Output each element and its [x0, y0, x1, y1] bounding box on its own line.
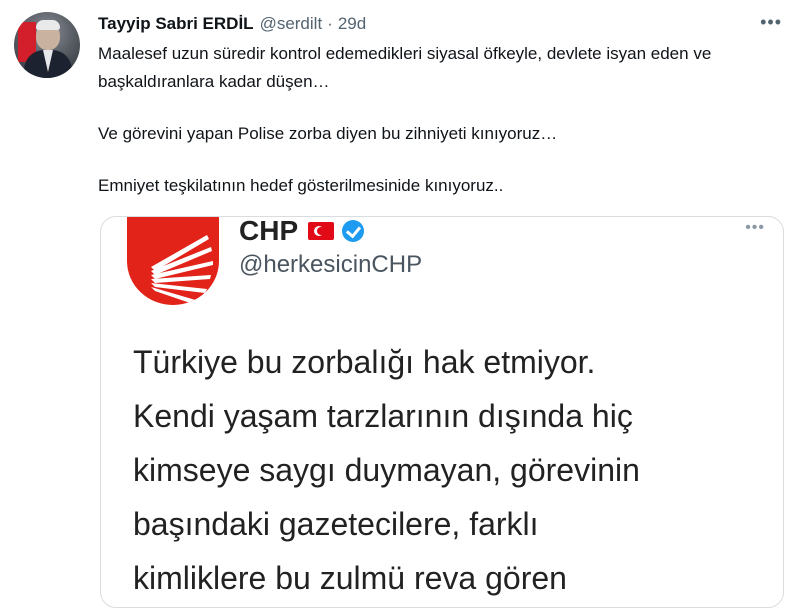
embedded-line: Kendi yaşam tarzlarının dışında hiç [133, 398, 633, 434]
embedded-line: kimliklere bu zulmü reva gören [133, 560, 567, 596]
timestamp[interactable]: 29d [338, 14, 366, 34]
embedded-author-name: CHP [239, 216, 365, 247]
tweet-paragraph: Emniyet teşkilatının hedef gösterilmesin… [98, 176, 504, 195]
tweet-paragraph: Maalesef uzun süredir kontrol edemedikle… [98, 44, 712, 91]
author-name[interactable]: Tayyip Sabri ERDİL [98, 14, 254, 34]
tweet-paragraph: Ve görevini yapan Polise zorba diyen bu … [98, 124, 558, 143]
embedded-more-icon: ••• [745, 219, 765, 236]
embedded-name-text: CHP [239, 216, 299, 246]
embedded-handle: @herkesicinCHP [239, 251, 423, 278]
embedded-text: Türkiye bu zorbalığı hak etmiyor. Kendi … [133, 335, 773, 605]
embedded-line: başındaki gazetecilere, farklı [133, 506, 539, 542]
tweet-text: Maalesef uzun süredir kontrol edemedikle… [98, 40, 778, 200]
more-options-icon[interactable]: ••• [760, 12, 782, 33]
verified-badge-icon [342, 220, 365, 242]
author-handle[interactable]: @serdilt [260, 14, 323, 34]
embedded-line: kimseye saygı duymayan, görevinin [133, 452, 640, 488]
avatar[interactable] [14, 12, 80, 78]
tweet[interactable]: Tayyip Sabri ERDİL @serdilt · 29d ••• Ma… [0, 0, 800, 614]
embedded-tweet-image[interactable]: CHP @herkesicinCHP ••• Türkiye bu zorbal… [100, 216, 784, 608]
tweet-header: Tayyip Sabri ERDİL @serdilt · 29d [98, 12, 366, 36]
chp-logo [127, 217, 219, 305]
embedded-line: Türkiye bu zorbalığı hak etmiyor. [133, 344, 596, 380]
turkey-flag-icon [308, 222, 335, 240]
avatar-hair [36, 20, 60, 30]
separator-dot: · [327, 14, 333, 33]
